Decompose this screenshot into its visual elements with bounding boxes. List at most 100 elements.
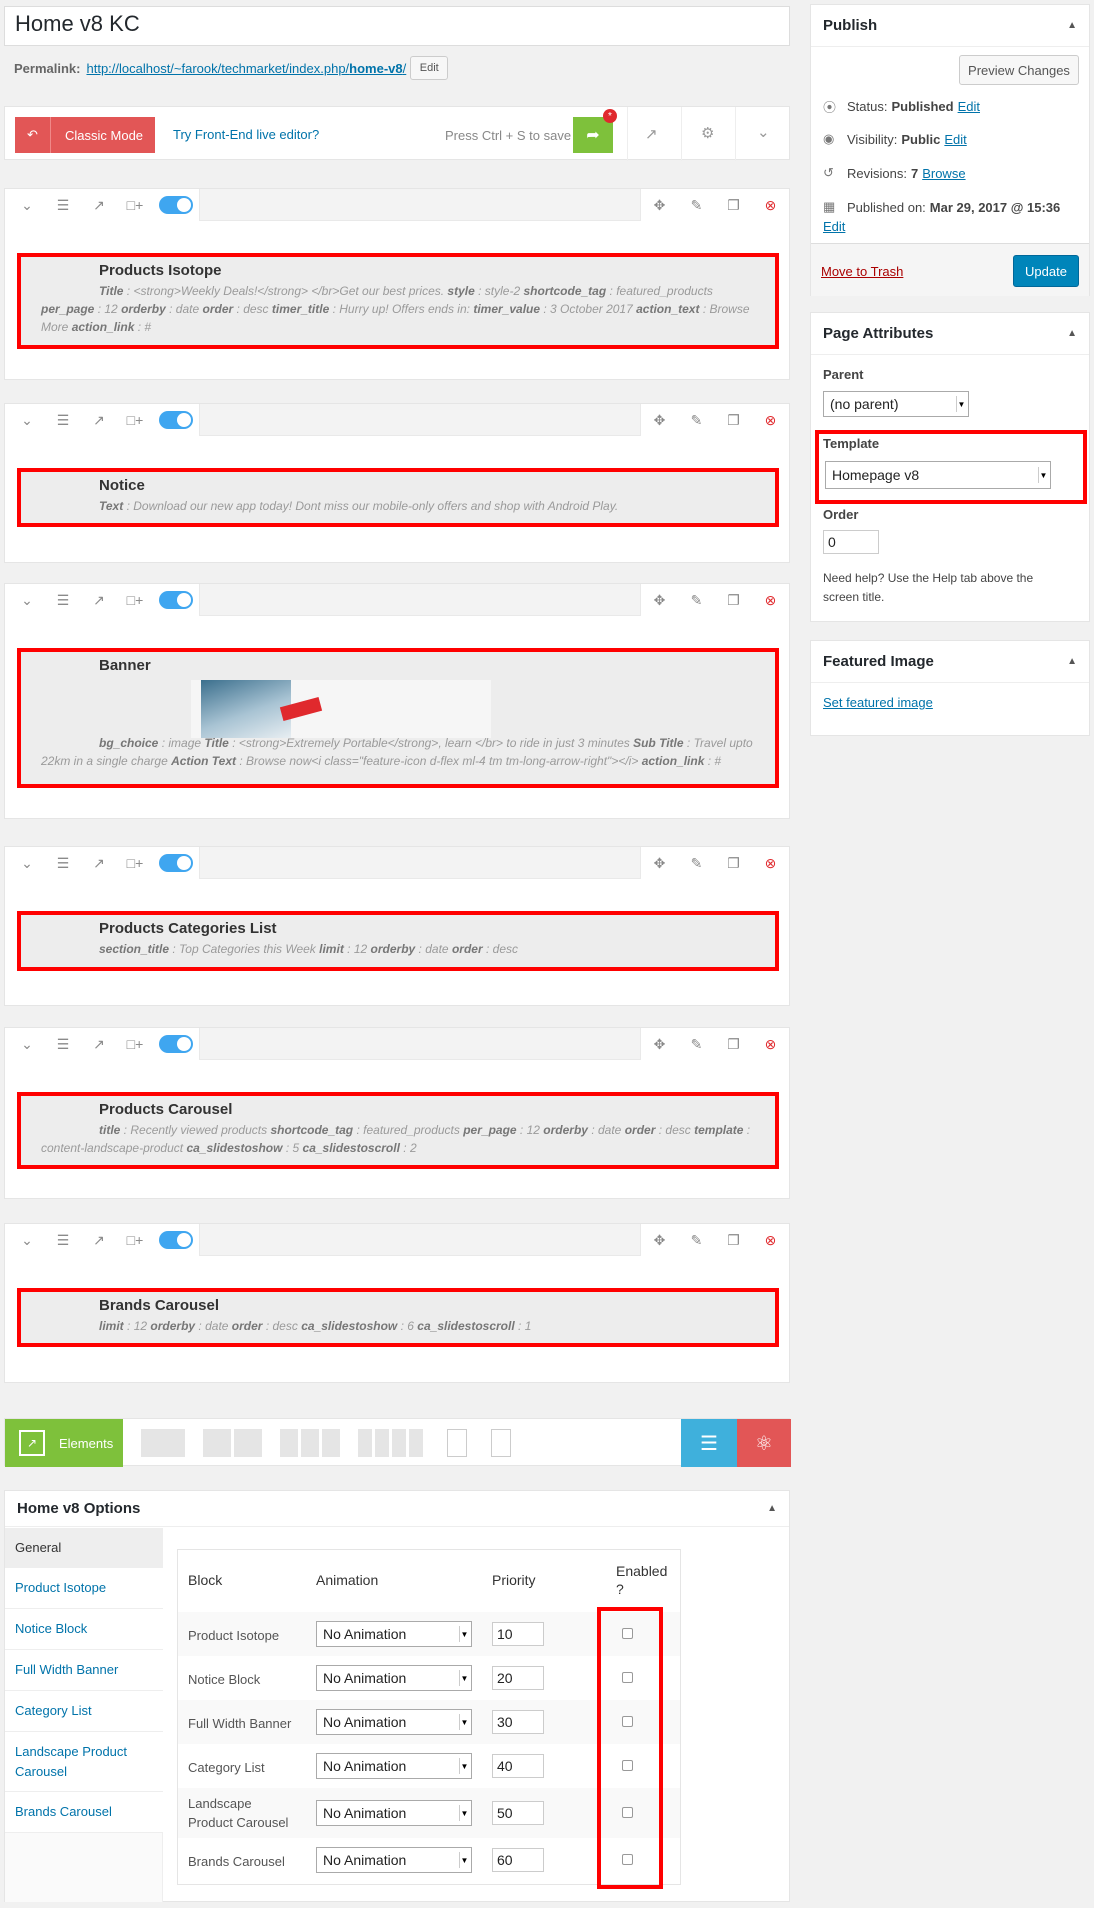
layers-button[interactable]: ☰ xyxy=(681,1419,737,1467)
element-products-isotope[interactable]: Products Isotope Title : <strong>Weekly D… xyxy=(17,253,779,349)
edit-row-icon[interactable]: ↗ xyxy=(81,584,117,616)
element-notice[interactable]: Notice Text : Download our new app today!… xyxy=(17,468,779,527)
row-visibility-toggle[interactable] xyxy=(159,411,193,429)
row-visibility-toggle[interactable] xyxy=(159,854,193,872)
move-icon[interactable]: ✥ xyxy=(641,189,678,221)
list-icon[interactable]: ☰ xyxy=(45,1224,81,1256)
row-visibility-toggle[interactable] xyxy=(159,196,193,214)
delete-icon[interactable]: ⊗ xyxy=(752,189,789,221)
edit-row-icon[interactable]: ↗ xyxy=(81,404,117,436)
chevron-down-icon[interactable]: ⌄ xyxy=(9,404,45,436)
options-tab-6[interactable]: Brands Carousel xyxy=(5,1792,163,1833)
collapse-arrow-icon[interactable]: ▲ xyxy=(1067,656,1077,667)
chevron-down-icon[interactable]: ⌄ xyxy=(9,584,45,616)
options-tab-5[interactable]: Landscape Product Carousel xyxy=(5,1732,163,1792)
pencil-icon[interactable]: ✎ xyxy=(678,1028,715,1060)
pencil-icon[interactable]: ✎ xyxy=(678,847,715,879)
page-attributes-header[interactable]: Page Attributes ▲ xyxy=(811,313,1089,355)
parent-select[interactable]: (no parent) ▼ xyxy=(823,391,969,417)
element-products-carousel[interactable]: Products Carousel title : Recently viewed… xyxy=(17,1092,779,1169)
delete-icon[interactable]: ⊗ xyxy=(752,404,789,436)
options-header[interactable]: Home v8 Options ▲ xyxy=(5,1491,789,1527)
delete-icon[interactable]: ⊗ xyxy=(752,584,789,616)
gear-icon[interactable]: ⚙ xyxy=(701,124,714,142)
template-select[interactable]: Homepage v8 ▼ xyxy=(825,461,1051,489)
permalink-link[interactable]: http://localhost/~farook/techmarket/inde… xyxy=(86,61,406,76)
animation-select[interactable]: No Animation ▼ xyxy=(316,1665,472,1691)
edit-row-icon[interactable]: ↗ xyxy=(81,847,117,879)
chevron-down-icon[interactable]: ⌄ xyxy=(757,123,770,141)
list-icon[interactable]: ☰ xyxy=(45,584,81,616)
element-products-categories-list[interactable]: Products Categories List section_title : … xyxy=(17,911,779,971)
layout-3-col-icon[interactable] xyxy=(280,1429,340,1457)
options-tab-4[interactable]: Category List xyxy=(5,1691,163,1732)
chevron-down-icon[interactable]: ⌄ xyxy=(9,189,45,221)
add-column-icon[interactable]: □+ xyxy=(117,404,153,436)
layout-1-col-icon[interactable] xyxy=(141,1429,185,1457)
revisions-browse-link[interactable]: Browse xyxy=(922,166,965,181)
delete-icon[interactable]: ⊗ xyxy=(752,847,789,879)
options-tab-1[interactable]: Product Isotope xyxy=(5,1568,163,1609)
chevron-down-icon[interactable]: ⌄ xyxy=(9,847,45,879)
preview-changes-button[interactable]: Preview Changes xyxy=(959,55,1079,85)
chevron-down-icon[interactable]: ⌄ xyxy=(9,1028,45,1060)
featured-image-header[interactable]: Featured Image ▲ xyxy=(811,641,1089,683)
post-title-input[interactable]: Home v8 KC xyxy=(4,6,790,46)
copy-icon[interactable]: ❐ xyxy=(715,1224,752,1256)
priority-input[interactable]: 30 xyxy=(492,1710,544,1734)
move-to-trash-link[interactable]: Move to Trash xyxy=(821,264,903,279)
add-column-icon[interactable]: □+ xyxy=(117,584,153,616)
classic-mode-button[interactable]: ↶ Classic Mode xyxy=(15,117,155,153)
row-visibility-toggle[interactable] xyxy=(159,591,193,609)
layout-4-col-icon[interactable] xyxy=(358,1429,423,1457)
collapse-arrow-icon[interactable]: ▲ xyxy=(1067,328,1077,339)
options-tab-0[interactable]: General xyxy=(5,1528,163,1568)
chevron-down-icon[interactable]: ⌄ xyxy=(9,1224,45,1256)
pencil-icon[interactable]: ✎ xyxy=(678,1224,715,1256)
elements-button[interactable]: ↗ Elements xyxy=(5,1419,123,1467)
priority-input[interactable]: 50 xyxy=(492,1801,544,1825)
edit-row-icon[interactable]: ↗ xyxy=(81,1224,117,1256)
add-column-icon[interactable]: □+ xyxy=(117,1028,153,1060)
animation-select[interactable]: No Animation ▼ xyxy=(316,1847,472,1873)
status-edit-link[interactable]: Edit xyxy=(958,99,980,114)
front-end-editor-link[interactable]: Try Front-End live editor? xyxy=(173,127,319,142)
edit-row-icon[interactable]: ↗ xyxy=(81,1028,117,1060)
row-visibility-toggle[interactable] xyxy=(159,1035,193,1053)
collapse-arrow-icon[interactable]: ▲ xyxy=(1067,20,1077,31)
animation-select[interactable]: No Animation ▼ xyxy=(316,1753,472,1779)
list-icon[interactable]: ☰ xyxy=(45,404,81,436)
atom-button[interactable]: ⚛ xyxy=(737,1419,791,1467)
move-icon[interactable]: ✥ xyxy=(641,847,678,879)
list-icon[interactable]: ☰ xyxy=(45,1028,81,1060)
priority-input[interactable]: 20 xyxy=(492,1666,544,1690)
priority-input[interactable]: 10 xyxy=(492,1622,544,1646)
copy-icon[interactable]: ❐ xyxy=(715,584,752,616)
animation-select[interactable]: No Animation ▼ xyxy=(316,1621,472,1647)
add-column-icon[interactable]: □+ xyxy=(117,847,153,879)
copy-icon[interactable]: ❐ xyxy=(715,189,752,221)
order-input[interactable]: 0 xyxy=(823,530,879,554)
animation-select[interactable]: No Animation ▼ xyxy=(316,1709,472,1735)
published-on-edit-link[interactable]: Edit xyxy=(823,219,845,234)
animation-select[interactable]: No Animation ▼ xyxy=(316,1800,472,1826)
copy-icon[interactable]: ❐ xyxy=(715,847,752,879)
add-column-icon[interactable]: □+ xyxy=(117,189,153,221)
clipboard-icon[interactable] xyxy=(491,1429,511,1457)
list-icon[interactable]: ☰ xyxy=(45,847,81,879)
priority-input[interactable]: 40 xyxy=(492,1754,544,1778)
permalink-edit-button[interactable]: Edit xyxy=(410,56,449,80)
move-icon[interactable]: ✥ xyxy=(641,404,678,436)
visibility-edit-link[interactable]: Edit xyxy=(944,132,966,147)
document-icon[interactable] xyxy=(447,1429,467,1457)
copy-icon[interactable]: ❐ xyxy=(715,404,752,436)
list-icon[interactable]: ☰ xyxy=(45,189,81,221)
delete-icon[interactable]: ⊗ xyxy=(752,1028,789,1060)
edit-row-icon[interactable]: ↗ xyxy=(81,189,117,221)
pencil-icon[interactable]: ✎ xyxy=(678,404,715,436)
copy-icon[interactable]: ❐ xyxy=(715,1028,752,1060)
share-icon[interactable]: ↗ xyxy=(645,125,658,143)
delete-icon[interactable]: ⊗ xyxy=(752,1224,789,1256)
row-visibility-toggle[interactable] xyxy=(159,1231,193,1249)
move-icon[interactable]: ✥ xyxy=(641,1224,678,1256)
